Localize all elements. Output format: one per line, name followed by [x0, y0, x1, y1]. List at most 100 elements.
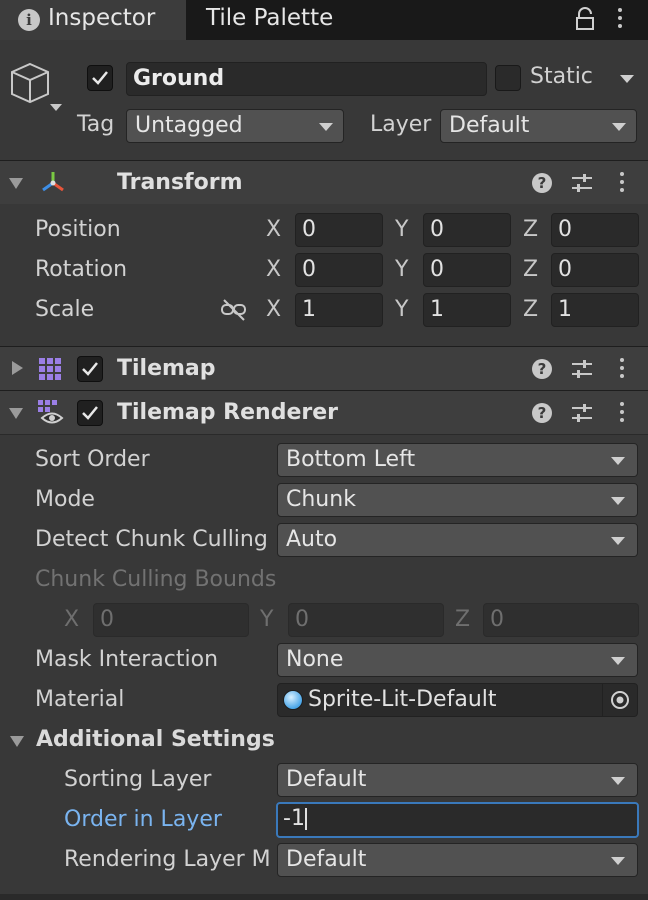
info-icon: i	[18, 9, 40, 31]
scale-z-label[interactable]: Z	[523, 297, 538, 322]
rotation-z-field[interactable]: 0	[551, 253, 639, 287]
scale-y-field[interactable]: 1	[423, 293, 511, 327]
foldout-expanded-icon[interactable]	[10, 736, 24, 747]
rotation-y-field[interactable]: 0	[423, 253, 511, 287]
bounds-z-label: Z	[455, 607, 471, 632]
tab-inspector-label: Inspector	[48, 5, 156, 31]
scale-x-label[interactable]: X	[266, 297, 281, 322]
transform-title: Transform	[117, 170, 243, 195]
tag-label: Tag	[77, 112, 115, 137]
chevron-down-icon	[611, 857, 625, 865]
material-object-field[interactable]: Sprite-Lit-Default	[277, 683, 638, 717]
object-picker-icon[interactable]	[609, 689, 631, 711]
sorting-layer-value: Default	[286, 767, 367, 792]
rotation-x-field[interactable]: 0	[295, 253, 383, 287]
tilemap-renderer-title: Tilemap Renderer	[117, 400, 338, 425]
component-menu-icon[interactable]	[620, 172, 624, 196]
presets-icon[interactable]	[570, 402, 594, 424]
material-value: Sprite-Lit-Default	[308, 687, 497, 712]
order-in-layer-field[interactable]: -1	[276, 802, 639, 838]
presets-icon[interactable]	[570, 358, 594, 380]
rendering-layer-mask-value: Default	[286, 847, 367, 872]
bounds-z-field: 0	[483, 603, 639, 637]
presets-icon[interactable]	[570, 172, 594, 194]
material-sphere-icon	[283, 690, 303, 710]
tab-inspector[interactable]: i Inspector	[0, 0, 186, 40]
order-in-layer-value: -1	[283, 806, 305, 831]
sort-order-value: Bottom Left	[286, 447, 416, 472]
detect-chunk-culling-dropdown[interactable]: Auto	[277, 523, 638, 557]
position-z-field[interactable]: 0	[551, 213, 639, 247]
tilemap-header[interactable]: Tilemap ?	[0, 346, 648, 390]
sort-order-label: Sort Order	[35, 447, 150, 472]
mode-value: Chunk	[286, 487, 356, 512]
rendering-layer-mask-dropdown[interactable]: Default	[277, 843, 638, 877]
tilemap-renderer-enabled-checkbox[interactable]	[77, 400, 103, 426]
static-checkbox[interactable]	[495, 65, 521, 91]
position-x-field[interactable]: 0	[295, 213, 383, 247]
foldout-expanded-icon[interactable]	[9, 408, 23, 419]
layer-dropdown-value: Default	[449, 113, 530, 138]
position-z-label[interactable]: Z	[523, 217, 538, 242]
help-icon[interactable]: ?	[532, 403, 552, 423]
position-y-field[interactable]: 0	[423, 213, 511, 247]
chevron-down-icon	[612, 123, 626, 131]
help-icon[interactable]: ?	[532, 359, 552, 379]
rendering-layer-mask-label: Rendering Layer M	[64, 847, 271, 872]
static-label: Static	[530, 64, 593, 89]
tab-tile-palette-label: Tile Palette	[206, 5, 334, 31]
chevron-down-icon	[611, 537, 625, 545]
scale-y-label[interactable]: Y	[395, 297, 408, 322]
help-icon[interactable]: ?	[532, 173, 552, 193]
tab-tile-palette[interactable]: Tile Palette	[196, 0, 356, 40]
rotation-y-label[interactable]: Y	[395, 257, 408, 282]
tilemap-renderer-icon	[36, 399, 66, 427]
chevron-down-icon	[611, 457, 625, 465]
layer-label: Layer	[370, 112, 432, 137]
tilemap-grid-icon	[38, 357, 62, 381]
divider	[602, 684, 603, 716]
lock-icon[interactable]	[574, 7, 596, 31]
tilemap-renderer-header[interactable]: Tilemap Renderer ?	[0, 390, 648, 434]
gameobject-active-checkbox[interactable]	[87, 65, 113, 91]
additional-settings-label[interactable]: Additional Settings	[36, 727, 275, 752]
chevron-down-icon	[611, 777, 625, 785]
foldout-collapsed-icon[interactable]	[12, 361, 23, 375]
rotation-x-label[interactable]: X	[266, 257, 281, 282]
scale-x-field[interactable]: 1	[295, 293, 383, 327]
rotation-z-label[interactable]: Z	[523, 257, 538, 282]
static-dropdown-icon[interactable]	[620, 75, 634, 83]
scale-label: Scale	[35, 297, 95, 322]
constrain-proportions-icon[interactable]	[220, 297, 248, 323]
sorting-layer-label: Sorting Layer	[64, 767, 212, 792]
gameobject-cube-icon[interactable]	[8, 60, 68, 116]
mode-dropdown[interactable]: Chunk	[277, 483, 638, 517]
tag-dropdown[interactable]: Untagged	[126, 109, 344, 143]
component-menu-icon[interactable]	[620, 402, 624, 426]
gameobject-name-field[interactable]: Ground	[126, 62, 487, 96]
scale-z-field[interactable]: 1	[551, 293, 639, 327]
tab-menu-icon[interactable]	[618, 8, 622, 32]
chevron-down-icon	[319, 123, 333, 131]
chunk-culling-bounds-label: Chunk Culling Bounds	[35, 567, 277, 592]
mask-interaction-value: None	[286, 647, 344, 672]
layer-dropdown[interactable]: Default	[440, 109, 637, 143]
sort-order-dropdown[interactable]: Bottom Left	[277, 443, 638, 477]
tilemap-enabled-checkbox[interactable]	[77, 356, 103, 382]
transform-header[interactable]: Transform ?	[0, 160, 648, 204]
rotation-label: Rotation	[35, 257, 128, 282]
component-menu-icon[interactable]	[620, 358, 624, 382]
sorting-layer-dropdown[interactable]: Default	[277, 763, 638, 797]
bottom-divider	[0, 894, 648, 900]
chevron-down-icon	[611, 657, 625, 665]
position-y-label[interactable]: Y	[395, 217, 408, 242]
position-x-label[interactable]: X	[266, 217, 281, 242]
text-cursor	[304, 808, 307, 830]
chevron-down-icon	[611, 497, 625, 505]
mask-interaction-dropdown[interactable]: None	[277, 643, 638, 677]
bounds-x-field: 0	[93, 603, 249, 637]
bounds-y-field: 0	[288, 603, 444, 637]
foldout-expanded-icon[interactable]	[9, 178, 23, 189]
tilemap-title: Tilemap	[117, 356, 216, 381]
mask-interaction-label: Mask Interaction	[35, 647, 219, 672]
